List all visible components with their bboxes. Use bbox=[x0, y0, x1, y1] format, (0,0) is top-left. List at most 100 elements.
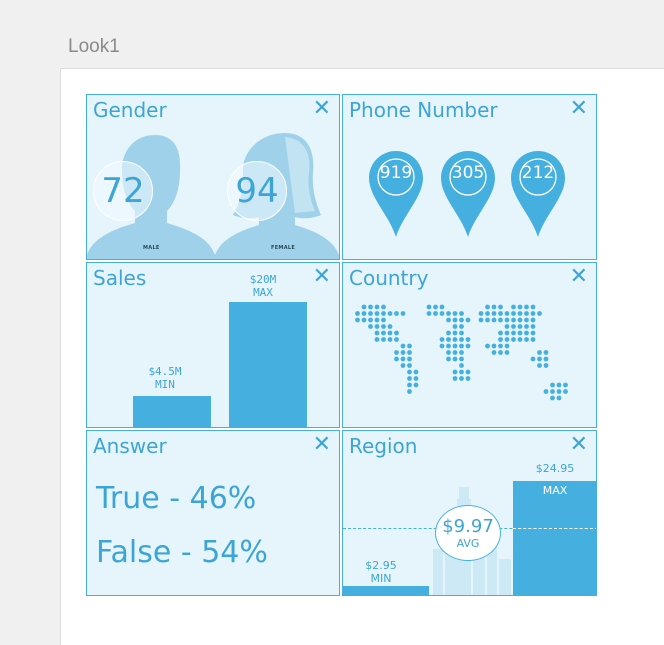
map-dot bbox=[374, 337, 380, 342]
map-dot bbox=[413, 376, 419, 381]
map-dot bbox=[381, 324, 386, 329]
map-dot bbox=[524, 337, 529, 342]
map-dot bbox=[530, 356, 536, 362]
map-dot bbox=[491, 311, 497, 316]
map-dot bbox=[374, 317, 380, 323]
map-dot bbox=[511, 317, 516, 323]
map-dot bbox=[459, 350, 464, 355]
map-dot bbox=[530, 311, 536, 316]
region-avg-caption: AVG bbox=[456, 537, 480, 550]
map-dot bbox=[407, 343, 412, 349]
map-dot bbox=[485, 317, 490, 323]
map-dot bbox=[511, 324, 516, 329]
map-dot bbox=[537, 356, 542, 362]
female-value-circle: 94 bbox=[227, 161, 287, 221]
card-title: Region bbox=[349, 434, 418, 458]
avg-circle: $9.97 AVG bbox=[435, 505, 501, 561]
male-value-circle: 72 bbox=[93, 161, 153, 221]
map-dot bbox=[498, 330, 503, 336]
avg-line-over-bar bbox=[513, 528, 596, 529]
map-dot bbox=[504, 324, 510, 329]
map-dot bbox=[446, 311, 451, 316]
map-dot bbox=[355, 311, 360, 316]
pin-label: 919 bbox=[379, 163, 413, 183]
close-icon[interactable]: ✕ bbox=[570, 434, 588, 456]
card-title: Answer bbox=[93, 434, 167, 458]
map-dot bbox=[381, 311, 386, 316]
close-icon[interactable]: ✕ bbox=[313, 266, 331, 288]
pin-label: 305 bbox=[451, 163, 485, 183]
map-dot bbox=[530, 324, 536, 329]
close-icon[interactable]: ✕ bbox=[313, 434, 331, 456]
country-card: Country ✕ bbox=[342, 262, 597, 428]
sales-min-caption: MIN bbox=[155, 378, 175, 391]
map-dot bbox=[413, 382, 419, 388]
region-card: $2.95 MIN $24.95 MAX $9.97 AVG Region ✕ bbox=[342, 430, 597, 596]
frame-title: Look1 bbox=[68, 36, 120, 57]
map-dot bbox=[556, 389, 562, 394]
map-dot bbox=[543, 389, 549, 394]
map-dot bbox=[374, 304, 380, 310]
map-dot bbox=[400, 343, 406, 349]
map-dot bbox=[446, 356, 451, 362]
map-dot bbox=[394, 330, 399, 336]
map-dot bbox=[387, 330, 393, 336]
region-min-value: $2.95 bbox=[365, 559, 397, 572]
map-dot bbox=[537, 363, 542, 368]
map-dot bbox=[407, 369, 412, 375]
map-dot bbox=[491, 304, 497, 310]
map-dot bbox=[511, 330, 516, 336]
map-dot bbox=[491, 317, 497, 323]
map-dot bbox=[511, 337, 516, 342]
map-dot bbox=[407, 356, 412, 362]
map-dot bbox=[452, 311, 458, 316]
map-dot bbox=[504, 330, 510, 336]
male-value: 72 bbox=[101, 171, 145, 211]
map-dot bbox=[452, 337, 458, 342]
map-dot bbox=[394, 311, 399, 316]
map-dot bbox=[426, 311, 432, 316]
map-dot bbox=[498, 343, 503, 349]
map-dot bbox=[355, 317, 360, 323]
map-dot bbox=[530, 337, 536, 342]
world-map-dots bbox=[355, 304, 568, 401]
map-dot bbox=[498, 337, 503, 342]
map-dot bbox=[459, 330, 464, 336]
sales-card: Sales ✕ $4.5M MIN $20M MAX bbox=[86, 262, 340, 428]
map-dot bbox=[504, 311, 510, 316]
region-min-caption: MIN bbox=[370, 572, 392, 585]
map-dot bbox=[543, 350, 549, 355]
map-dot bbox=[452, 343, 458, 349]
card-title: Sales bbox=[93, 266, 147, 290]
map-dot bbox=[459, 356, 464, 362]
map-dot bbox=[517, 330, 523, 336]
map-dot bbox=[556, 382, 562, 388]
map-dot bbox=[368, 311, 373, 316]
map-dot bbox=[413, 369, 419, 375]
map-dot bbox=[530, 304, 536, 310]
map-dot bbox=[361, 304, 367, 310]
map-dot bbox=[381, 317, 386, 323]
map-dot bbox=[459, 343, 464, 349]
map-dot bbox=[511, 311, 516, 316]
map-dot bbox=[374, 324, 380, 329]
map-dot bbox=[452, 356, 458, 362]
map-dot bbox=[478, 317, 484, 323]
map-dot bbox=[446, 330, 451, 336]
map-dot bbox=[374, 330, 380, 336]
map-dot bbox=[543, 356, 549, 362]
map-dot bbox=[452, 317, 458, 323]
map-dot bbox=[504, 343, 510, 349]
map-dot bbox=[498, 317, 503, 323]
close-icon[interactable]: ✕ bbox=[570, 98, 588, 120]
close-icon[interactable]: ✕ bbox=[313, 98, 331, 120]
map-dot bbox=[446, 337, 451, 342]
map-dot bbox=[407, 350, 412, 355]
map-dot bbox=[459, 311, 464, 316]
map-dot bbox=[517, 324, 523, 329]
map-dot bbox=[459, 369, 464, 375]
map-dot bbox=[452, 324, 458, 329]
map-dot bbox=[504, 337, 510, 342]
sales-min-label: $4.5M MIN bbox=[133, 365, 197, 391]
map-dot bbox=[556, 395, 562, 401]
